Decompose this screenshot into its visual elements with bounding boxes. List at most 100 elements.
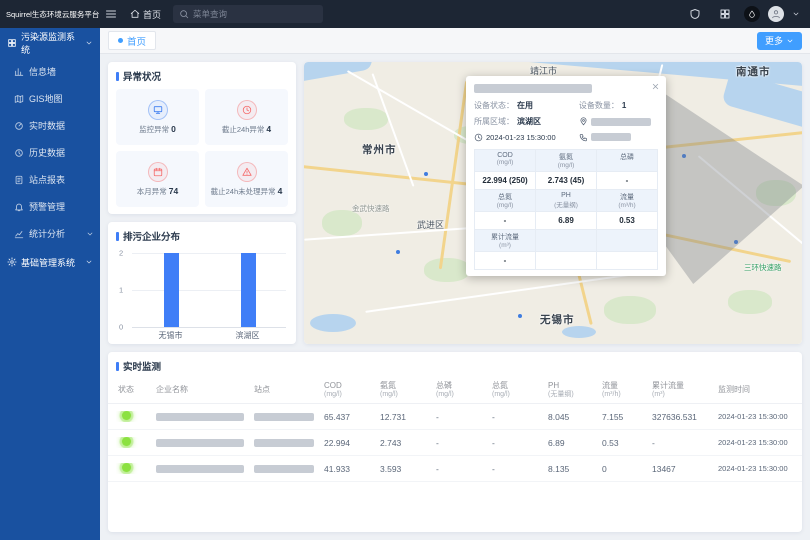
panel-title: 异常状况 <box>108 62 296 87</box>
map-road <box>439 81 468 270</box>
search-input[interactable] <box>193 9 317 19</box>
redacted-text <box>156 439 244 447</box>
cell-name <box>154 412 252 422</box>
popup-value-cell <box>536 252 597 270</box>
cell-status <box>116 437 154 448</box>
tab-label: 首页 <box>127 34 146 48</box>
chart-bar <box>164 253 179 327</box>
stat-card-calendar: 本月异常74 <box>116 151 199 207</box>
topbar-actions <box>684 6 810 22</box>
col-header: 站点 <box>252 377 322 403</box>
status-dot <box>122 411 131 420</box>
gis-map-panel[interactable]: 靖江市南通市常州市江阴市金武快速路武进区无锡市三环快速路 设备状态： 在用 设备… <box>304 62 802 344</box>
sidebar-section-basic-management[interactable]: 基础管理系统 <box>0 247 100 277</box>
sidebar-item-report[interactable]: 站点报表 <box>0 166 100 193</box>
table-row[interactable]: 22.9942.743--6.890.53-2024-01-23 15:30:0… <box>108 430 802 456</box>
popup-header-cell <box>536 230 597 252</box>
report-icon <box>14 175 24 185</box>
cell-nh: 3.593 <box>378 464 434 474</box>
device-count-label: 设备数量： <box>579 100 619 111</box>
user-avatar[interactable] <box>768 6 784 22</box>
popup-table-row: 累计流量(m³) <box>475 230 658 252</box>
bar-chart-x-axis: 无锡市滨湖区 <box>132 330 286 341</box>
sidebar-section-pollution-monitoring[interactable]: 污染源监测系统 <box>0 28 100 58</box>
shield-icon[interactable] <box>689 8 701 20</box>
stat-card-alert: 截止24h未处理异常4 <box>205 151 288 207</box>
redacted-text <box>254 413 314 421</box>
cell-flow: 0.53 <box>600 438 650 448</box>
cell-name <box>154 438 252 448</box>
x-tick-label: 无锡市 <box>132 330 209 341</box>
sidebar-item-wall[interactable]: 信息墙 <box>0 58 100 85</box>
sidebar-item-history[interactable]: 历史数据 <box>0 139 100 166</box>
device-count-value: 1 <box>622 101 626 110</box>
tab-bar: 首页 更多 <box>100 28 810 54</box>
close-icon[interactable] <box>651 82 660 91</box>
more-button-label: 更多 <box>765 34 783 47</box>
redacted-text <box>254 465 314 473</box>
stat-card-monitor: 监控异常0 <box>116 89 199 145</box>
phone-icon <box>579 133 588 142</box>
popup-header-cell <box>597 230 658 252</box>
cell-time: 2024-01-23 15:30:00 <box>716 464 794 473</box>
table-row[interactable]: 65.43712.731--8.0457.155327636.5312024-0… <box>108 404 802 430</box>
sidebar-item-label: 实时数据 <box>29 119 65 132</box>
breadcrumb-home[interactable]: 首页 <box>130 8 161 21</box>
more-button[interactable]: 更多 <box>757 32 802 50</box>
map-icon <box>14 94 24 104</box>
gridline <box>132 327 286 328</box>
search-box[interactable] <box>173 5 323 23</box>
redacted-popup-title <box>474 84 592 93</box>
gridline <box>132 290 286 291</box>
popup-header-cell: PH(无量纲) <box>536 190 597 212</box>
cell-tp: - <box>434 412 490 422</box>
sidebar-item-label: 历史数据 <box>29 146 65 159</box>
dark-circle-icon[interactable] <box>744 6 760 22</box>
user-menu-chevron-icon[interactable] <box>792 10 800 18</box>
gauge-icon <box>14 121 24 131</box>
chevron-down-icon <box>85 258 93 266</box>
abnormal-status-panel: 异常状况 监控异常0截止24h异常4本月异常74截止24h未处理异常4 <box>108 62 296 214</box>
device-status-value: 在用 <box>517 100 533 111</box>
col-header: 累计流量(m³) <box>650 377 716 403</box>
clock-icon <box>237 100 257 120</box>
sidebar-section-label: 基础管理系统 <box>21 256 75 269</box>
cell-total: 327636.531 <box>650 412 716 422</box>
cell-tn: - <box>490 412 546 422</box>
stat-value: 0 <box>171 124 176 134</box>
popup-header-cell: 流量(m³/h) <box>597 190 658 212</box>
tab-home[interactable]: 首页 <box>108 31 156 50</box>
map-label: 三环快速路 <box>744 262 782 273</box>
droplet-icon <box>748 10 756 18</box>
cell-flow: 7.155 <box>600 412 650 422</box>
address-row <box>579 116 658 127</box>
panel-title: 实时监测 <box>108 352 802 377</box>
stat-label: 监控异常 <box>139 125 169 134</box>
clock-icon <box>474 133 483 142</box>
map-greenspace <box>344 108 388 130</box>
popup-table-row: 22.994 (250)2.743 (45)- <box>475 172 658 190</box>
sidebar-item-stats[interactable]: 统计分析 <box>0 220 100 247</box>
popup-header-cell: 总磷 <box>597 150 658 172</box>
col-header: PH(无量纲) <box>546 377 600 403</box>
popup-value-cell: - <box>475 252 536 270</box>
popup-header-cell: 总氮(mg/l) <box>475 190 536 212</box>
sidebar-item-bell[interactable]: 预警管理 <box>0 193 100 220</box>
apps-grid-icon[interactable] <box>719 8 731 20</box>
sidebar-item-map[interactable]: GIS地图 <box>0 85 100 112</box>
cell-tp: - <box>434 438 490 448</box>
popup-info: 设备状态： 在用 设备数量： 1 所属区域： 滨湖区 <box>474 100 658 142</box>
table-row[interactable]: 41.9333.593--8.1350134672024-01-23 15:30… <box>108 456 802 482</box>
sidebar-section-label: 污染源监测系统 <box>21 30 81 56</box>
chart-bar <box>241 253 256 327</box>
sidebar-item-gauge[interactable]: 实时数据 <box>0 112 100 139</box>
cell-cod: 65.437 <box>322 412 378 422</box>
redacted-text <box>156 465 244 473</box>
menu-toggle-icon[interactable] <box>105 8 117 20</box>
popup-time: 2024-01-23 15:30:00 <box>486 133 556 142</box>
map-label: 武进区 <box>417 218 444 231</box>
app-logo: Squirrel生态环境云服务平台 <box>0 9 100 20</box>
pin-icon <box>579 117 588 126</box>
title-accent-bar <box>116 362 119 371</box>
popup-value-cell: 6.89 <box>536 212 597 230</box>
